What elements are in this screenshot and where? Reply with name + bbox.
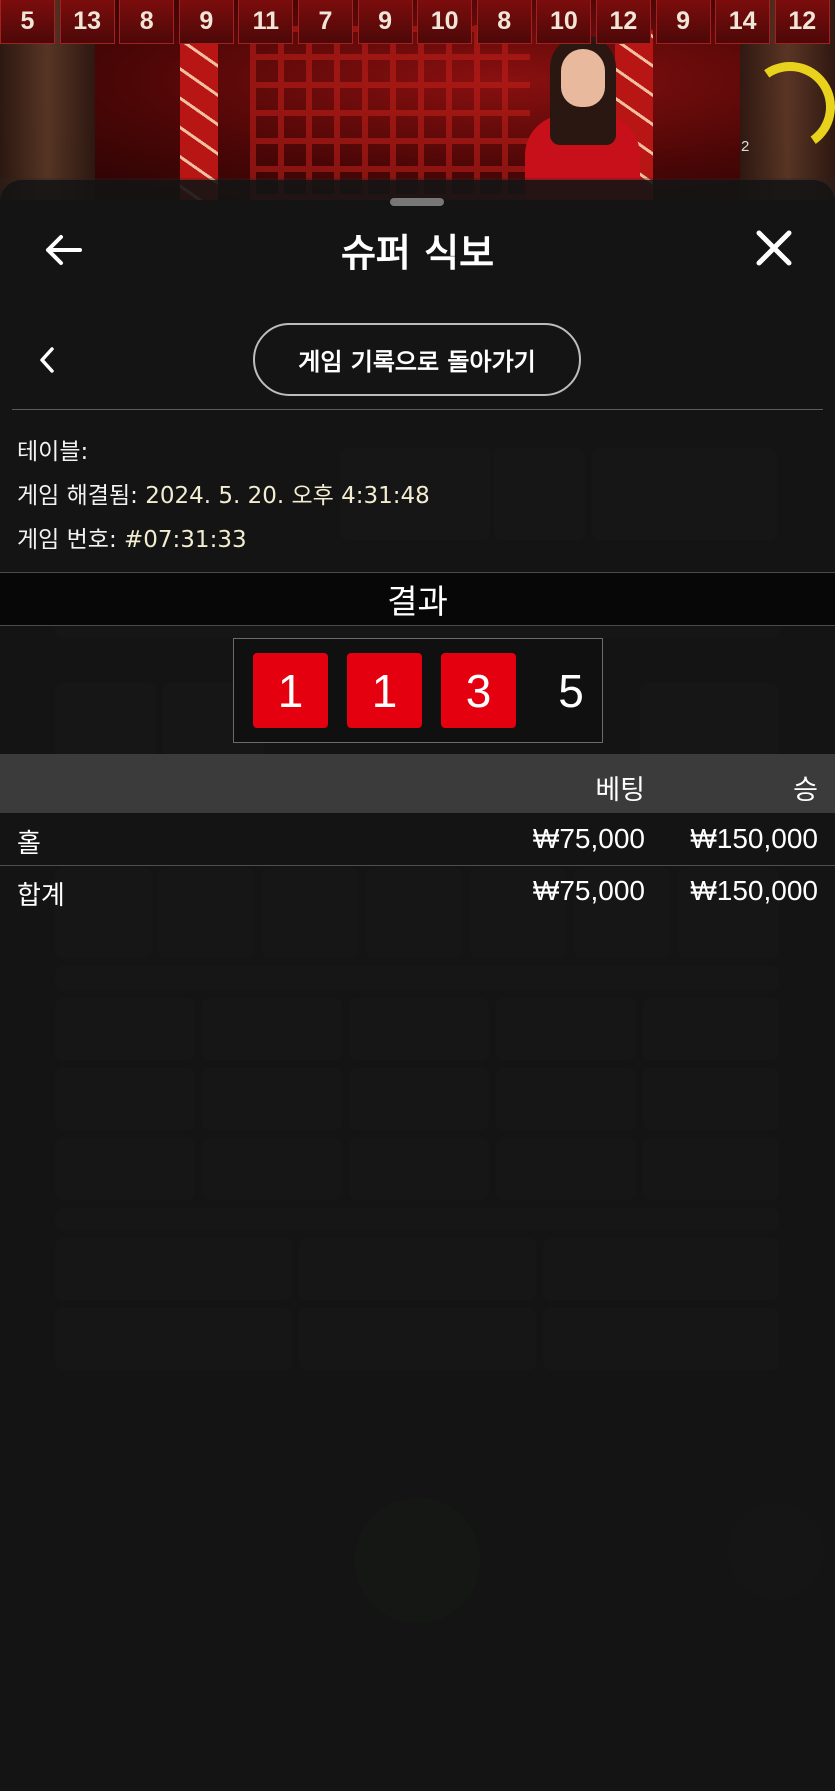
previous-game-button[interactable] — [17, 330, 77, 390]
result-heading: 결과 — [0, 572, 835, 626]
history-result: 10 — [417, 0, 473, 44]
die-2: 1 — [347, 653, 422, 728]
back-to-history-button[interactable]: 게임 기록으로 돌아가기 — [253, 323, 581, 396]
table-label: 테이블: — [17, 439, 89, 465]
sheet-title: 슈퍼 식보 — [340, 231, 495, 275]
die-3: 3 — [441, 653, 516, 728]
game-detail-sheet — [0, 180, 835, 1791]
bet-row: 홀 ₩75,000 ₩150,000 — [0, 815, 835, 865]
history-result: 11 — [238, 0, 294, 44]
results-history-strip: 5 13 8 9 11 7 9 10 8 10 12 9 14 12 — [0, 0, 835, 46]
history-result: 12 — [774, 0, 830, 44]
game-number-value: #07:31:33 — [124, 527, 247, 553]
history-result: 8 — [119, 0, 175, 44]
total-label: 합계 — [17, 881, 65, 911]
live-video: 5 13 8 9 11 7 9 10 8 10 12 9 14 12 2 — [0, 0, 835, 200]
dice-result: 1 1 3 5 — [233, 638, 603, 743]
resolved-value: 2024. 5. 20. 오후 4:31:48 — [145, 483, 430, 509]
history-result: 9 — [357, 0, 413, 44]
table-info-row: 테이블: — [17, 432, 88, 466]
game-number-label: 게임 번호: — [17, 527, 117, 553]
die-1: 1 — [253, 653, 328, 728]
history-result: 9 — [655, 0, 711, 44]
chevron-left-icon — [40, 347, 54, 373]
bet-row-amount: ₩75,000 — [532, 823, 645, 854]
game-number-row: 게임 번호: #07:31:33 — [17, 520, 247, 554]
win-column-header: 승 — [793, 775, 818, 806]
bets-table-header: 베팅 승 — [0, 754, 835, 813]
close-button[interactable] — [744, 218, 804, 278]
history-result: 10 — [536, 0, 592, 44]
history-result: 5 — [0, 0, 55, 44]
history-result: 8 — [476, 0, 532, 44]
close-icon — [756, 230, 792, 266]
game-screen: 5 13 8 9 11 7 9 10 8 10 12 9 14 12 2 슈퍼 … — [0, 0, 835, 1791]
bet-row-win: ₩150,000 — [690, 823, 818, 854]
lattice-wall — [250, 25, 530, 200]
resolved-label: 게임 해결됨: — [17, 483, 138, 509]
history-result: 13 — [59, 0, 115, 44]
total-bet: ₩75,000 — [532, 875, 645, 906]
resolved-time-row: 게임 해결됨: 2024. 5. 20. 오후 4:31:48 — [17, 476, 430, 510]
dice-total: 5 — [558, 664, 584, 717]
dealer — [515, 35, 650, 200]
countdown-timer-value: 2 — [741, 138, 750, 155]
row-divider — [0, 865, 835, 866]
bet-row-label: 홀 — [17, 829, 41, 859]
total-win: ₩150,000 — [690, 875, 818, 906]
history-result: 12 — [595, 0, 651, 44]
history-result: 7 — [297, 0, 353, 44]
pillar-left — [180, 30, 218, 200]
divider — [12, 409, 823, 410]
bet-column-header: 베팅 — [595, 775, 645, 806]
history-result: 14 — [715, 0, 771, 44]
total-row: 합계 ₩75,000 ₩150,000 — [0, 867, 835, 917]
history-result: 9 — [178, 0, 234, 44]
sheet-drag-handle[interactable] — [390, 198, 444, 206]
